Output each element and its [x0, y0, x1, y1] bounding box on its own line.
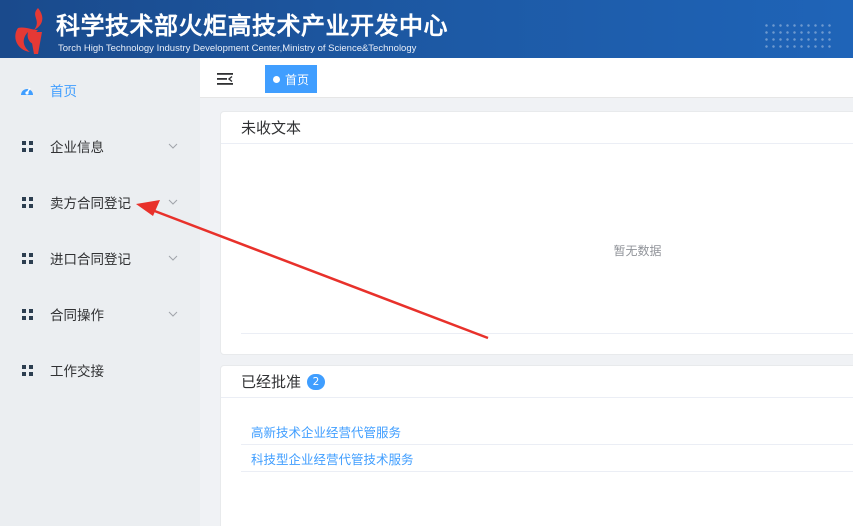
sidebar-item-company-info[interactable]: 企业信息: [0, 118, 200, 174]
approved-list-item[interactable]: 高新技术企业经营代管服务: [241, 418, 853, 445]
tab-label: 首页: [285, 72, 310, 87]
sidebar-item-import-contract[interactable]: 进口合同登记: [0, 230, 200, 286]
sidebar-item-label: 工作交接: [50, 364, 104, 380]
dashboard-icon: [21, 87, 33, 95]
empty-placeholder: 暂无数据: [613, 244, 662, 258]
menu-collapse-icon[interactable]: [217, 72, 233, 86]
chevron-down-icon: [168, 311, 178, 317]
torch-logo-icon: [15, 8, 43, 54]
app-title: 科学技术部火炬高技术产业开发中心: [56, 12, 448, 40]
sidebar-item-contract-ops[interactable]: 合同操作: [0, 286, 200, 342]
sidebar-item-label: 卖方合同登记: [50, 196, 131, 212]
app-subtitle: Torch High Technology Industry Developme…: [58, 43, 417, 54]
grid-icon: [22, 364, 33, 376]
sidebar-item-seller-contract[interactable]: 卖方合同登记: [0, 174, 200, 230]
chevron-down-icon: [168, 143, 178, 149]
sidebar-item-label: 合同操作: [50, 308, 104, 324]
chevron-down-icon: [168, 199, 178, 205]
sidebar-item-label: 企业信息: [50, 140, 104, 156]
sidebar-item-handover[interactable]: 工作交接: [0, 342, 200, 398]
main-content: 未收文本 暂无数据 已经批准 2 高新技术企业经营代管服务 科技型企业经营代管技…: [200, 98, 853, 526]
grid-icon: [22, 252, 33, 264]
topbar: 首页: [200, 58, 853, 98]
grid-icon: [22, 308, 33, 320]
card-title: 未收文本: [241, 119, 302, 137]
sidebar-item-label: 进口合同登记: [50, 252, 131, 268]
app-header: 科学技术部火炬高技术产业开发中心 Torch High Technology I…: [0, 0, 853, 58]
approved-list-item[interactable]: 科技型企业经营代管技术服务: [241, 445, 853, 472]
sidebar-item-home[interactable]: 首页: [0, 62, 200, 118]
active-dot-icon: [273, 75, 280, 83]
card-header: 未收文本: [221, 112, 853, 144]
approved-card: 已经批准 2 高新技术企业经营代管服务 科技型企业经营代管技术服务: [220, 365, 853, 526]
sidebar-item-label: 首页: [50, 84, 77, 100]
grid-icon: [22, 140, 33, 152]
header-dot-pattern: [763, 22, 833, 52]
count-badge: 2: [307, 373, 326, 390]
unreceived-card: 未收文本 暂无数据: [220, 111, 853, 355]
chevron-down-icon: [168, 255, 178, 261]
grid-icon: [22, 196, 33, 208]
card-header: 已经批准 2: [221, 366, 853, 398]
sidebar: 首页 企业信息 卖方合同登记 进口合同登记 合同操作 工作交接: [0, 58, 200, 526]
tab-home[interactable]: 首页: [265, 65, 318, 93]
card-title: 已经批准: [241, 373, 302, 391]
divider: [241, 333, 853, 334]
